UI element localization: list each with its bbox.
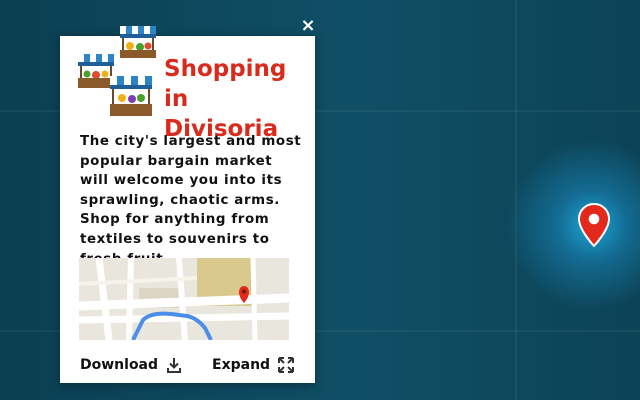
close-icon: × (300, 15, 316, 36)
download-button[interactable]: Download (80, 354, 182, 376)
expand-icon (278, 357, 295, 373)
expand-button[interactable]: Expand (212, 354, 295, 376)
download-icon (167, 358, 182, 373)
popup-description: The city's largest and most popular barg… (80, 134, 302, 267)
map-road-line (515, 0, 517, 400)
info-popup-card: Shopping in Divisoria The city's largest… (60, 26, 315, 383)
popup-footer: Download Expand (80, 354, 295, 376)
download-label: Download (80, 357, 159, 373)
close-button[interactable]: × (298, 16, 318, 36)
expand-label: Expand (212, 357, 271, 373)
market-stalls-illustration (78, 26, 156, 116)
location-mini-map[interactable] (79, 258, 289, 340)
popup-title-line1: Shopping (164, 56, 287, 82)
popup-title: Shopping in Divisoria (164, 54, 309, 144)
map-pin-icon[interactable] (578, 203, 610, 247)
